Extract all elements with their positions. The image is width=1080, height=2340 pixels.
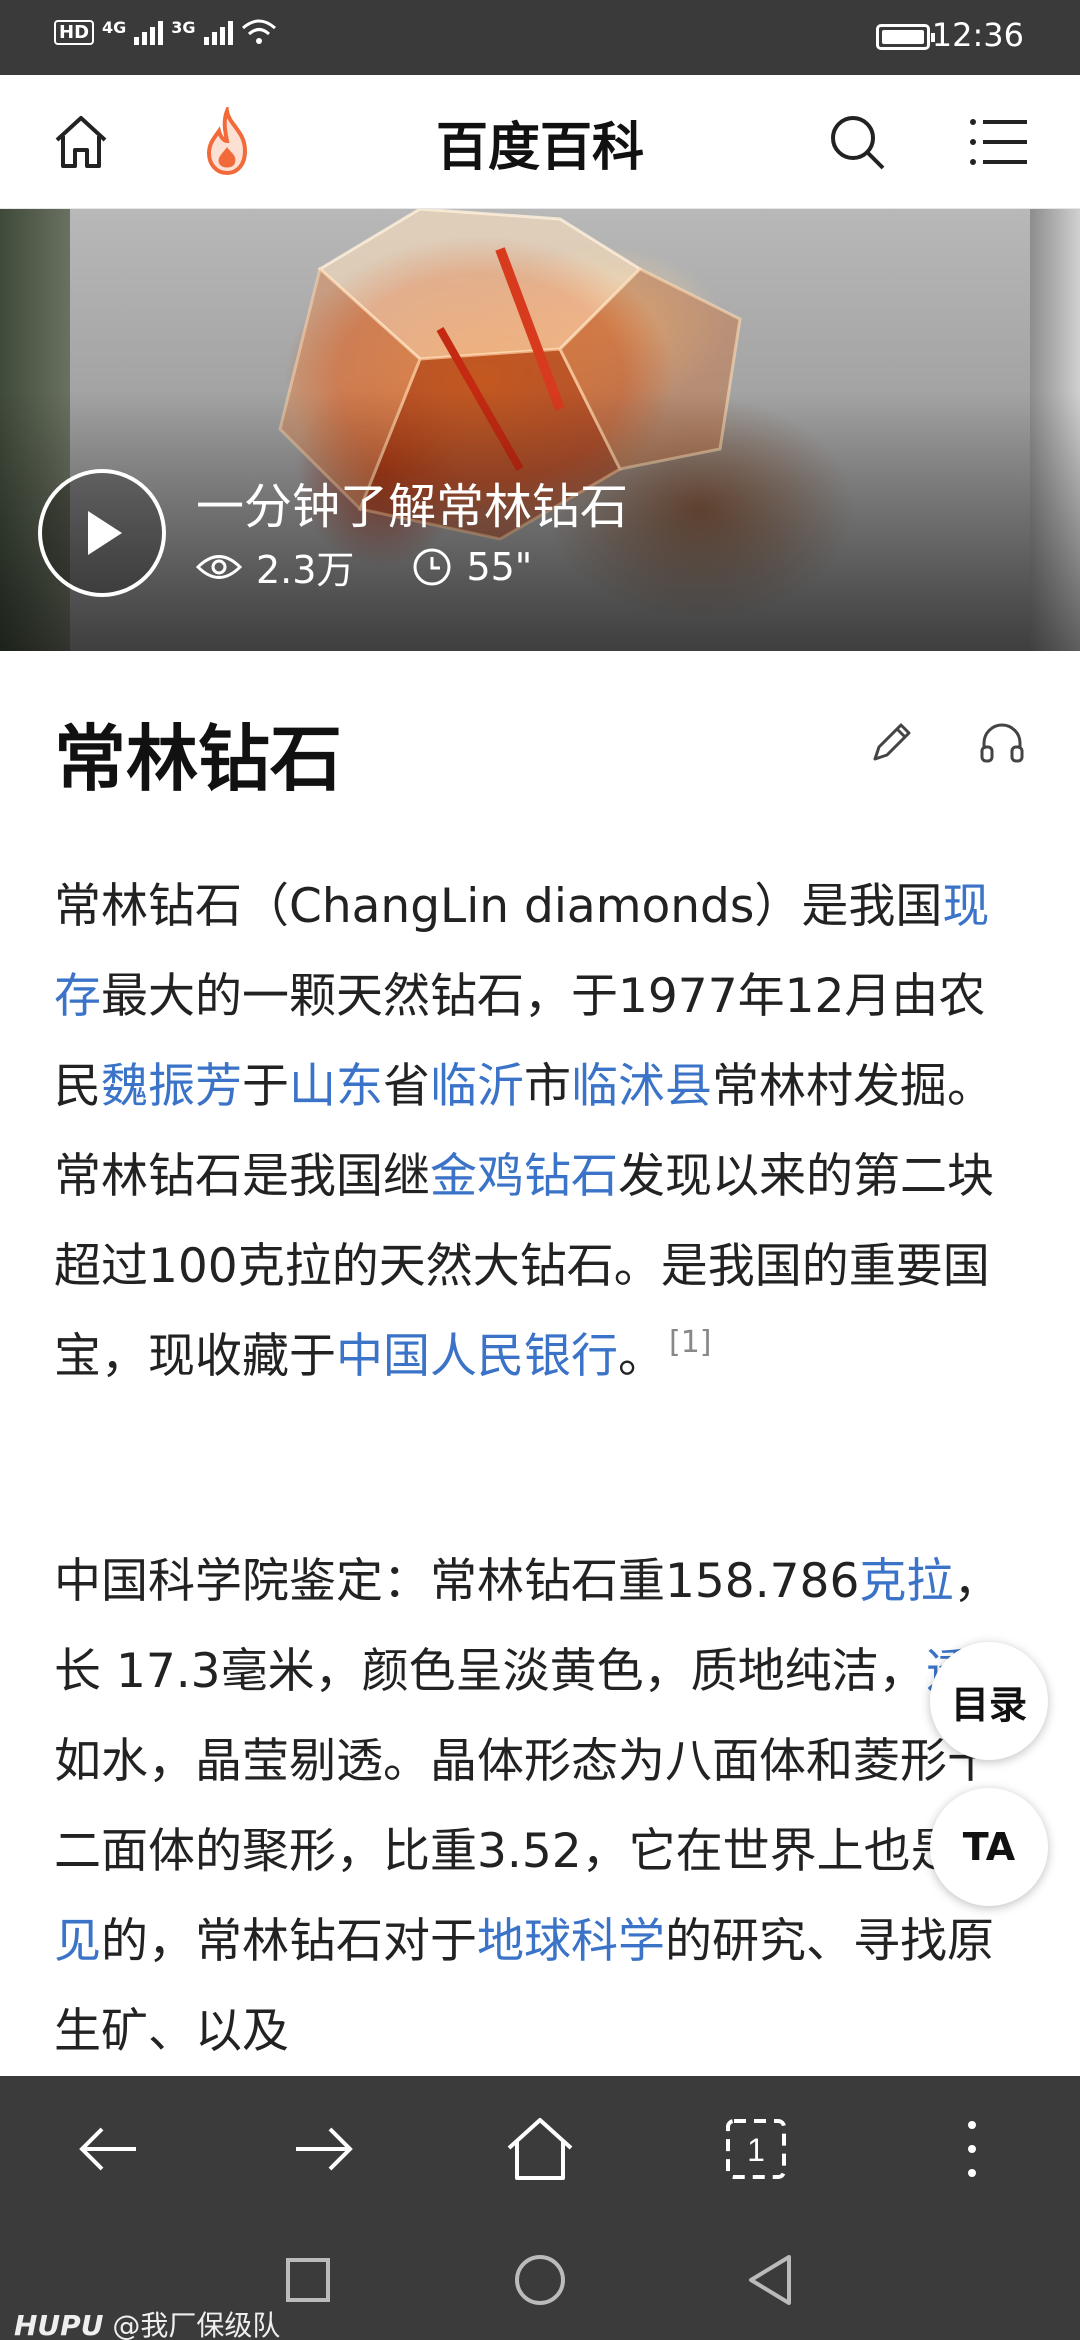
toc-button[interactable]: 目录 <box>930 1642 1048 1760</box>
watermark: HUPU @我厂保级队 <box>14 2304 280 2340</box>
signal-1-icon <box>134 19 164 45</box>
video-banner[interactable]: 一分钟了解常林钻石 2.3万 55" <box>0 209 1080 651</box>
wifi-icon <box>241 19 276 44</box>
reference-link[interactable]: [1] <box>669 1325 712 1360</box>
menu-icon[interactable] <box>962 105 1036 179</box>
tabs-icon[interactable]: 1 <box>716 2109 796 2189</box>
wiki-link[interactable]: 山东 <box>289 1059 383 1114</box>
paragraph-text: 的，常林钻石对于 <box>101 1914 477 1969</box>
system-navigation: HUPU @我厂保级队 <box>0 2222 1080 2340</box>
ta-button[interactable]: TA <box>930 1788 1048 1906</box>
paragraph-2-text: 中国科学院鉴定：常林钻石重158.786克拉，长 17.3毫米，颜色呈淡黄色，质… <box>54 1554 1020 2059</box>
wiki-link[interactable]: 克拉 <box>859 1554 953 1609</box>
browser-toolbar: 1 <box>0 2076 1080 2222</box>
paragraph-text: 于 <box>242 1059 289 1114</box>
recents-icon[interactable] <box>278 2250 338 2310</box>
svg-text:1: 1 <box>747 2132 765 2168</box>
paragraph-text: 常林钻石（ChangLin diamonds）是我国 <box>54 879 943 934</box>
paragraph-text: 中国科学院鉴定：常林钻石重158.786 <box>54 1554 860 1609</box>
video-title: 一分钟了解常林钻石 <box>196 479 629 535</box>
app-header: 百度百科 <box>0 75 1080 209</box>
wiki-link[interactable]: 临沭县 <box>571 1059 712 1114</box>
more-icon[interactable] <box>932 2109 1012 2189</box>
watermark-text: @我厂保级队 <box>112 2309 281 2340</box>
wiki-link[interactable]: 临沂 <box>430 1059 524 1114</box>
video-duration: 55" <box>466 544 533 589</box>
wiki-link[interactable]: 魏振芳 <box>101 1059 242 1114</box>
forward-icon[interactable] <box>284 2109 364 2189</box>
listen-icon[interactable] <box>972 712 1032 772</box>
battery-icon <box>876 24 935 50</box>
system-home-icon[interactable] <box>510 2250 570 2310</box>
paragraph-1-text: 常林钻石（ChangLin diamonds）是我国现存最大的一颗天然钻石，于1… <box>54 879 994 1384</box>
edit-icon[interactable] <box>862 712 922 772</box>
sim2-label: 3G <box>171 18 196 37</box>
article-paragraph-1: 常林钻石（ChangLin diamonds）是我国现存最大的一颗天然钻石，于1… <box>54 862 1026 1408</box>
app-title: 百度百科 <box>435 118 644 178</box>
wiki-link[interactable]: 地球科学 <box>477 1914 665 1969</box>
video-meta: 2.3万 55" <box>196 539 532 594</box>
wiki-link[interactable]: 中国人民银行 <box>336 1329 618 1384</box>
play-button[interactable] <box>38 469 166 597</box>
home-nav-icon[interactable] <box>500 2109 580 2189</box>
status-time: 12:36 <box>931 16 1024 54</box>
hd-badge: HD <box>54 19 95 45</box>
article-paragraph-2: 中国科学院鉴定：常林钻石重158.786克拉，长 17.3毫米，颜色呈淡黄色，质… <box>54 1537 1026 2077</box>
paragraph-text: 如水，晶莹剔透。晶体形态为八面体和菱形十二面体的聚形，比重3.52，它在世界上也… <box>54 1734 994 1879</box>
video-views: 2.3万 <box>256 548 355 592</box>
article-title: 常林钻石 <box>54 717 343 801</box>
paragraph-text: 市 <box>524 1059 571 1114</box>
status-left: HD 4G 3G <box>54 18 277 46</box>
system-back-icon[interactable] <box>740 2250 800 2310</box>
paragraph-text: 。 <box>618 1329 665 1384</box>
wiki-link[interactable]: 金鸡钻石 <box>430 1149 618 1204</box>
back-icon[interactable] <box>68 2109 148 2189</box>
sim1-label: 4G <box>102 18 127 37</box>
clock-icon <box>413 548 451 585</box>
status-bar: HD 4G 3G 12:36 <box>0 0 1080 75</box>
play-icon <box>88 511 122 555</box>
search-icon[interactable] <box>820 105 894 179</box>
paragraph-text: 省 <box>383 1059 430 1114</box>
signal-2-icon <box>203 19 233 45</box>
watermark-brand: HUPU <box>14 2309 104 2340</box>
views-icon <box>196 554 242 579</box>
